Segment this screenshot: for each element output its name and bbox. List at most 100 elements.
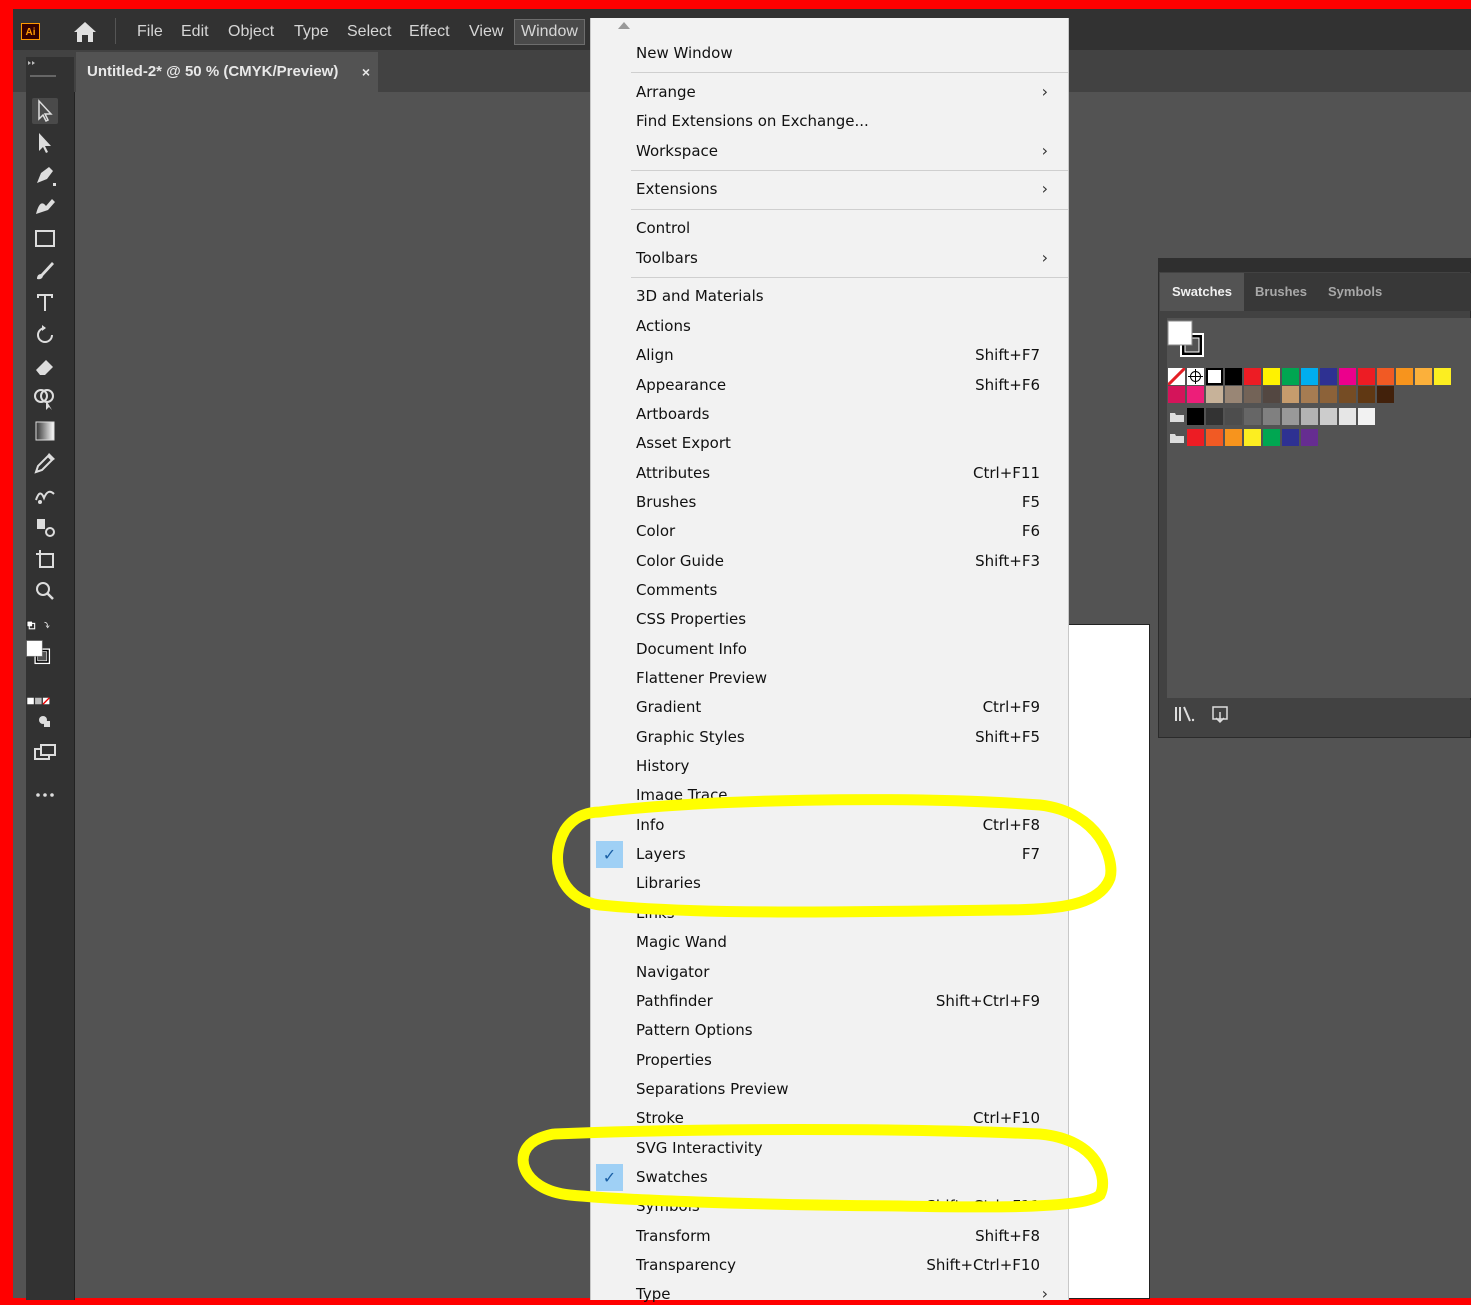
swatch[interactable] [1225, 368, 1242, 385]
swatch[interactable] [1301, 386, 1318, 403]
menu-item-brushes[interactable]: Brushes F5 [591, 488, 1068, 517]
swatch[interactable] [1377, 368, 1394, 385]
type-tool-icon[interactable] [32, 290, 58, 316]
menu-item-control[interactable]: Control [591, 214, 1068, 243]
swatch[interactable] [1339, 408, 1356, 425]
swatch[interactable] [1206, 429, 1223, 446]
swatch[interactable] [1168, 386, 1185, 403]
toolbar-grip[interactable] [26, 57, 74, 92]
swatch[interactable] [1301, 368, 1318, 385]
swatch[interactable] [1282, 429, 1299, 446]
swatch[interactable] [1206, 386, 1223, 403]
menu-item-document-info[interactable]: Document Info [591, 635, 1068, 664]
tab-symbols[interactable]: Symbols [1316, 273, 1394, 311]
menu-item-gradient[interactable]: Gradient Ctrl+F9 [591, 693, 1068, 722]
menu-item-workspace[interactable]: Workspace › [591, 137, 1068, 166]
blend-tool-icon[interactable] [32, 482, 58, 508]
swatch[interactable] [1206, 368, 1223, 385]
menu-select[interactable]: Select [347, 20, 391, 44]
swatch[interactable] [1206, 408, 1223, 425]
swatch[interactable] [1301, 429, 1318, 446]
swatch[interactable] [1377, 386, 1394, 403]
menu-item-css-properties[interactable]: CSS Properties [591, 605, 1068, 634]
menu-item-magic-wand[interactable]: Magic Wand [591, 928, 1068, 957]
artboard-tool-icon[interactable] [32, 546, 58, 572]
menu-item-separations-preview[interactable]: Separations Preview [591, 1075, 1068, 1104]
swatch[interactable] [1282, 386, 1299, 403]
menu-type[interactable]: Type [294, 20, 329, 44]
document-tab[interactable]: Untitled-2* @ 50 % (CMYK/Preview) × [76, 52, 378, 92]
menu-item-extensions[interactable]: Extensions › [591, 175, 1068, 204]
menu-item-artboards[interactable]: Artboards [591, 400, 1068, 429]
selection-tool-icon[interactable] [32, 98, 58, 124]
menu-item-flattener-preview[interactable]: Flattener Preview [591, 664, 1068, 693]
swatch-libraries-icon[interactable] [1174, 705, 1196, 726]
swatch[interactable] [1301, 408, 1318, 425]
menu-item-toolbars[interactable]: Toolbars › [591, 244, 1068, 273]
menu-item-find-extensions-on-exchange[interactable]: Find Extensions on Exchange... [591, 107, 1068, 136]
swatch[interactable] [1263, 408, 1280, 425]
swatch[interactable] [1358, 368, 1375, 385]
color-group-folder-icon[interactable] [1169, 431, 1185, 449]
menu-item-transform[interactable]: Transform Shift+F8 [591, 1222, 1068, 1251]
swatch[interactable] [1358, 408, 1375, 425]
paintbrush-tool-icon[interactable] [32, 258, 58, 284]
swatch[interactable] [1358, 386, 1375, 403]
fill-stroke-swatch[interactable] [26, 640, 66, 680]
menu-item-arrange[interactable]: Arrange › [591, 78, 1068, 107]
close-tab-icon[interactable]: × [362, 52, 370, 92]
menu-effect[interactable]: Effect [409, 20, 450, 44]
menu-item-comments[interactable]: Comments [591, 576, 1068, 605]
menu-item-image-trace[interactable]: Image Trace [591, 781, 1068, 810]
menu-edit[interactable]: Edit [181, 20, 209, 44]
panel-fill-stroke-swatch[interactable] [1167, 320, 1207, 360]
swatch[interactable] [1225, 408, 1242, 425]
more-tools-icon[interactable] [32, 782, 58, 808]
swatch[interactable] [1320, 386, 1337, 403]
menu-item-graphic-styles[interactable]: Graphic Styles Shift+F5 [591, 723, 1068, 752]
swatch[interactable] [1244, 368, 1261, 385]
swatch[interactable] [1320, 408, 1337, 425]
menu-item-new-window[interactable]: New Window [591, 39, 1068, 68]
menu-window[interactable]: Window [514, 19, 585, 45]
menu-item-transparency[interactable]: Transparency Shift+Ctrl+F10 [591, 1251, 1068, 1280]
tab-brushes[interactable]: Brushes [1243, 273, 1319, 311]
registration-swatch[interactable] [1187, 368, 1204, 385]
swatch[interactable] [1225, 386, 1242, 403]
tab-swatches[interactable]: Swatches [1160, 273, 1244, 311]
menu-item-pattern-options[interactable]: Pattern Options [591, 1016, 1068, 1045]
symbol-sprayer-tool-icon[interactable] [32, 514, 58, 540]
panel-header[interactable] [1158, 258, 1471, 272]
swatch[interactable] [1415, 368, 1432, 385]
rectangle-tool-icon[interactable] [32, 226, 58, 252]
swatch[interactable] [1263, 386, 1280, 403]
menu-item-properties[interactable]: Properties [591, 1046, 1068, 1075]
swatch[interactable] [1320, 368, 1337, 385]
shape-builder-tool-icon[interactable] [32, 386, 58, 412]
menu-item-libraries[interactable]: Libraries [591, 869, 1068, 898]
pen-tool-icon[interactable] [32, 162, 58, 188]
swap-fill-stroke-icon[interactable] [26, 612, 74, 634]
swatch[interactable] [1396, 368, 1413, 385]
swatch[interactable] [1263, 429, 1280, 446]
swatch[interactable] [1263, 368, 1280, 385]
menu-item-links[interactable]: Links [591, 899, 1068, 928]
menu-item-navigator[interactable]: Navigator [591, 958, 1068, 987]
home-icon[interactable] [72, 20, 98, 44]
menu-item-stroke[interactable]: Stroke Ctrl+F10 [591, 1104, 1068, 1133]
menu-file[interactable]: File [137, 20, 163, 44]
menu-item-color[interactable]: Color F6 [591, 517, 1068, 546]
scroll-up-arrow-icon[interactable] [618, 22, 630, 29]
artboard[interactable] [1068, 624, 1150, 1299]
eyedropper-tool-icon[interactable] [32, 450, 58, 476]
swatch[interactable] [1244, 429, 1261, 446]
color-mode-buttons[interactable] [26, 688, 66, 705]
menu-item-3d-and-materials[interactable]: 3D and Materials [591, 282, 1068, 311]
menu-item-color-guide[interactable]: Color Guide Shift+F3 [591, 547, 1068, 576]
swatch[interactable] [1339, 386, 1356, 403]
menu-item-history[interactable]: History [591, 752, 1068, 781]
menu-item-align[interactable]: Align Shift+F7 [591, 341, 1068, 370]
direct-selection-tool-icon[interactable] [32, 130, 58, 156]
color-group-folder-icon[interactable] [1169, 410, 1185, 428]
swatch[interactable] [1225, 429, 1242, 446]
